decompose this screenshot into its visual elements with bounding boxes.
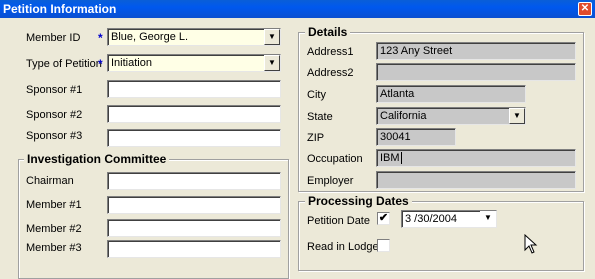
member1-label: Member #1 — [26, 199, 82, 211]
zip-label: ZIP — [307, 132, 325, 144]
occupation-value: IBM — [380, 152, 400, 164]
processing-dates-title: Processing Dates — [305, 194, 412, 208]
sponsor3-label: Sponsor #3 — [26, 130, 83, 142]
employer-label: Employer — [307, 175, 354, 187]
text-caret — [400, 152, 402, 164]
member3-label: Member #3 — [26, 242, 82, 254]
type-of-petition-value: Initiation — [111, 57, 152, 69]
sponsor2-label: Sponsor #2 — [26, 109, 83, 121]
city-label: City — [307, 89, 326, 101]
occupation-label: Occupation — [307, 153, 363, 165]
sponsor1-field[interactable] — [107, 80, 281, 98]
petition-date-picker[interactable]: 3 /30/2004 ▼ — [401, 210, 497, 228]
petition-date-label: Petition Date — [307, 215, 370, 227]
petition-window: Petition Information ✕ Member ID * Blue,… — [0, 0, 595, 279]
member-id-dropdown[interactable]: Blue, George L. ▼ — [107, 28, 281, 46]
window-title: Petition Information — [3, 2, 117, 16]
chevron-down-icon[interactable]: ▼ — [509, 108, 525, 124]
sponsor1-label: Sponsor #1 — [26, 84, 83, 96]
chairman-label: Chairman — [26, 175, 74, 187]
details-title: Details — [305, 25, 351, 39]
member2-field[interactable] — [107, 219, 281, 237]
investigation-committee-title: Investigation Committee — [24, 152, 170, 166]
state-dropdown[interactable]: California ▼ — [376, 107, 526, 125]
chevron-down-icon[interactable]: ▼ — [264, 55, 280, 71]
type-of-petition-dropdown[interactable]: Initiation ▼ — [107, 54, 281, 72]
close-button[interactable]: ✕ — [578, 2, 592, 16]
close-icon: ✕ — [580, 3, 590, 14]
city-field[interactable]: Atlanta — [376, 85, 526, 103]
member2-label: Member #2 — [26, 223, 82, 235]
employer-field[interactable] — [376, 171, 576, 189]
address2-field[interactable] — [376, 63, 576, 81]
member1-field[interactable] — [107, 196, 281, 214]
chevron-down-icon[interactable]: ▼ — [264, 29, 280, 45]
state-label: State — [307, 111, 333, 123]
petition-date-checkbox[interactable]: ✔ — [377, 212, 390, 225]
address1-field[interactable]: 123 Any Street — [376, 42, 576, 60]
address1-label: Address1 — [307, 46, 354, 58]
petition-date-value: 3 /30/2004 — [405, 213, 457, 225]
chairman-field[interactable] — [107, 172, 281, 190]
occupation-field[interactable]: IBM — [376, 149, 576, 167]
member-id-label: Member ID — [26, 32, 81, 44]
sponsor3-field[interactable] — [107, 129, 281, 147]
zip-field[interactable]: 30041 — [376, 128, 456, 146]
member-id-required-marker: * — [98, 31, 103, 45]
title-bar: Petition Information ✕ — [0, 0, 595, 18]
read-in-lodge-label: Read in Lodge — [307, 241, 379, 253]
member3-field[interactable] — [107, 240, 281, 258]
type-of-petition-label: Type of Petition — [26, 58, 102, 70]
type-of-petition-required-marker: * — [98, 57, 103, 71]
read-in-lodge-checkbox[interactable] — [377, 239, 390, 252]
checkmark-icon: ✔ — [378, 212, 389, 224]
address2-label: Address2 — [307, 67, 354, 79]
member-id-value: Blue, George L. — [111, 31, 189, 43]
chevron-down-icon[interactable]: ▼ — [480, 211, 496, 227]
mouse-cursor-icon — [524, 234, 538, 254]
sponsor2-field[interactable] — [107, 105, 281, 123]
state-value: California — [380, 110, 427, 122]
